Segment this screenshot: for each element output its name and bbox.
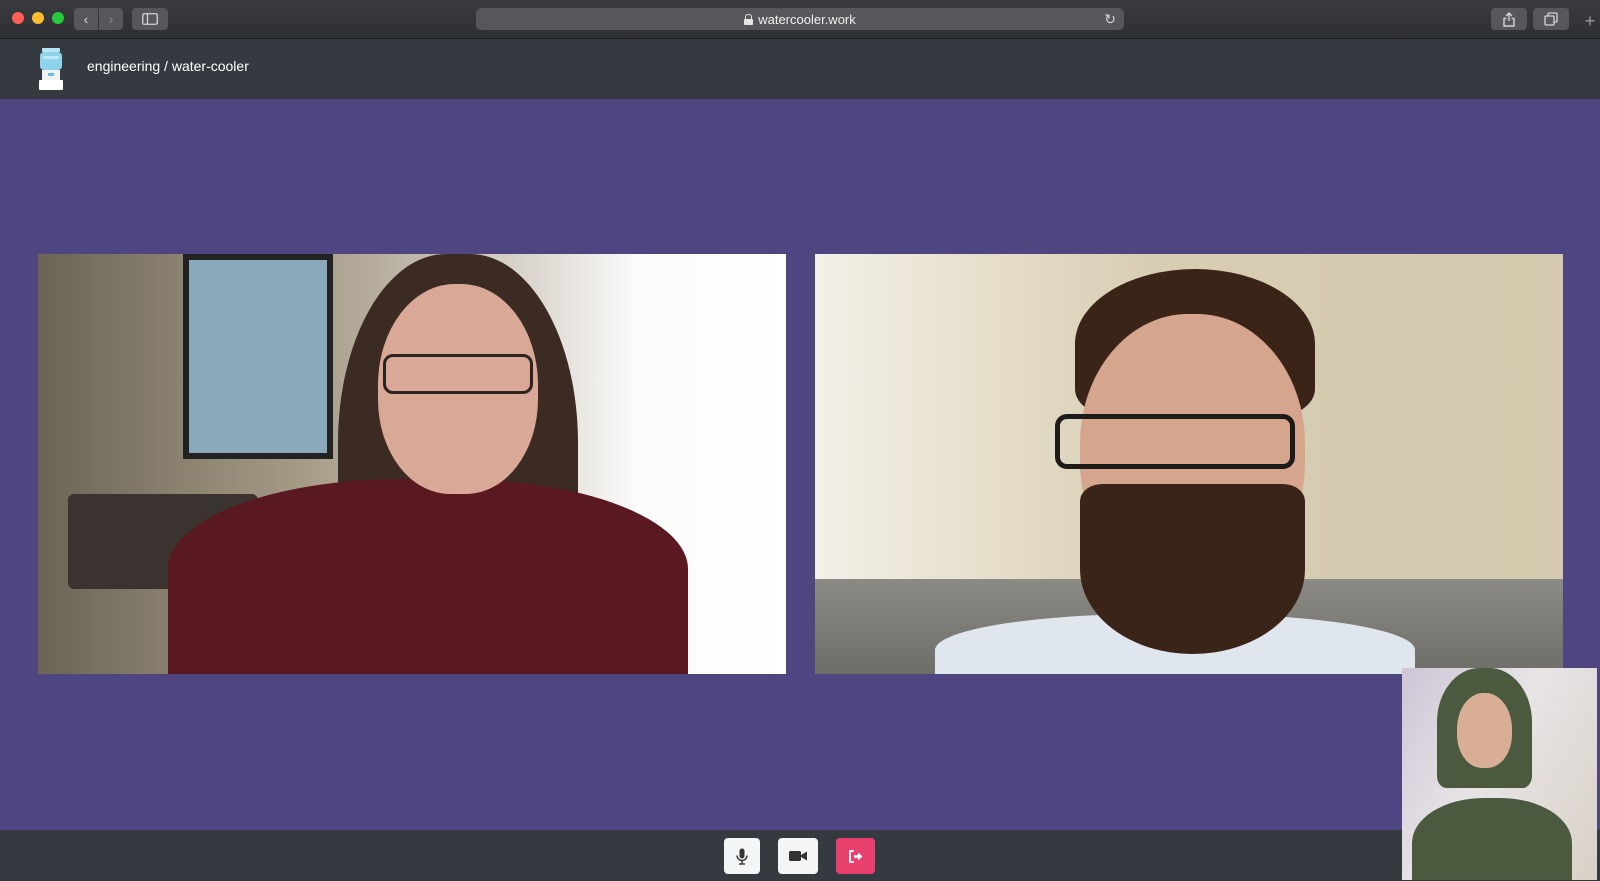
app-header: engineering / water-cooler xyxy=(0,39,1600,99)
window-minimize-button[interactable] xyxy=(32,12,44,24)
wall-painting xyxy=(183,254,333,459)
toggle-camera-button[interactable] xyxy=(778,838,818,874)
room-breadcrumb: engineering / water-cooler xyxy=(87,58,249,74)
new-tab-button[interactable]: + xyxy=(1580,10,1600,32)
remote-video-tile xyxy=(38,254,786,674)
tabs-overview-icon xyxy=(1544,12,1558,26)
leave-call-button[interactable] xyxy=(836,838,875,874)
sidebar-toggle-button[interactable] xyxy=(132,8,168,30)
window-zoom-button[interactable] xyxy=(52,12,64,24)
call-controls xyxy=(0,830,1600,881)
water-cooler-icon xyxy=(39,48,63,90)
lock-icon xyxy=(744,13,754,25)
back-button[interactable]: ‹ xyxy=(74,8,98,30)
show-tabs-button[interactable] xyxy=(1533,8,1569,30)
url-text: watercooler.work xyxy=(758,11,856,27)
leave-call-icon xyxy=(849,849,863,863)
address-bar[interactable]: watercooler.work ↻ xyxy=(476,8,1124,30)
window-close-button[interactable] xyxy=(12,12,24,24)
microphone-icon xyxy=(736,848,748,865)
chevron-left-icon: ‹ xyxy=(83,11,89,27)
browser-toolbar: ‹ › watercooler.work ↻ + xyxy=(0,0,1600,39)
mute-microphone-button[interactable] xyxy=(724,838,760,874)
plus-icon: + xyxy=(1584,10,1596,31)
forward-button[interactable]: › xyxy=(99,8,123,30)
share-icon xyxy=(1503,11,1515,27)
video-stage xyxy=(0,99,1600,830)
video-camera-icon xyxy=(789,851,807,861)
share-button[interactable] xyxy=(1491,8,1527,30)
reload-icon[interactable]: ↻ xyxy=(1104,11,1116,28)
self-video-image xyxy=(1402,668,1597,880)
chevron-right-icon: › xyxy=(108,11,114,27)
participant-video-image xyxy=(815,254,1563,674)
sidebar-icon xyxy=(142,13,158,25)
self-view-video[interactable] xyxy=(1402,668,1597,880)
participant-video-image xyxy=(38,254,786,674)
remote-video-tile xyxy=(815,254,1563,674)
